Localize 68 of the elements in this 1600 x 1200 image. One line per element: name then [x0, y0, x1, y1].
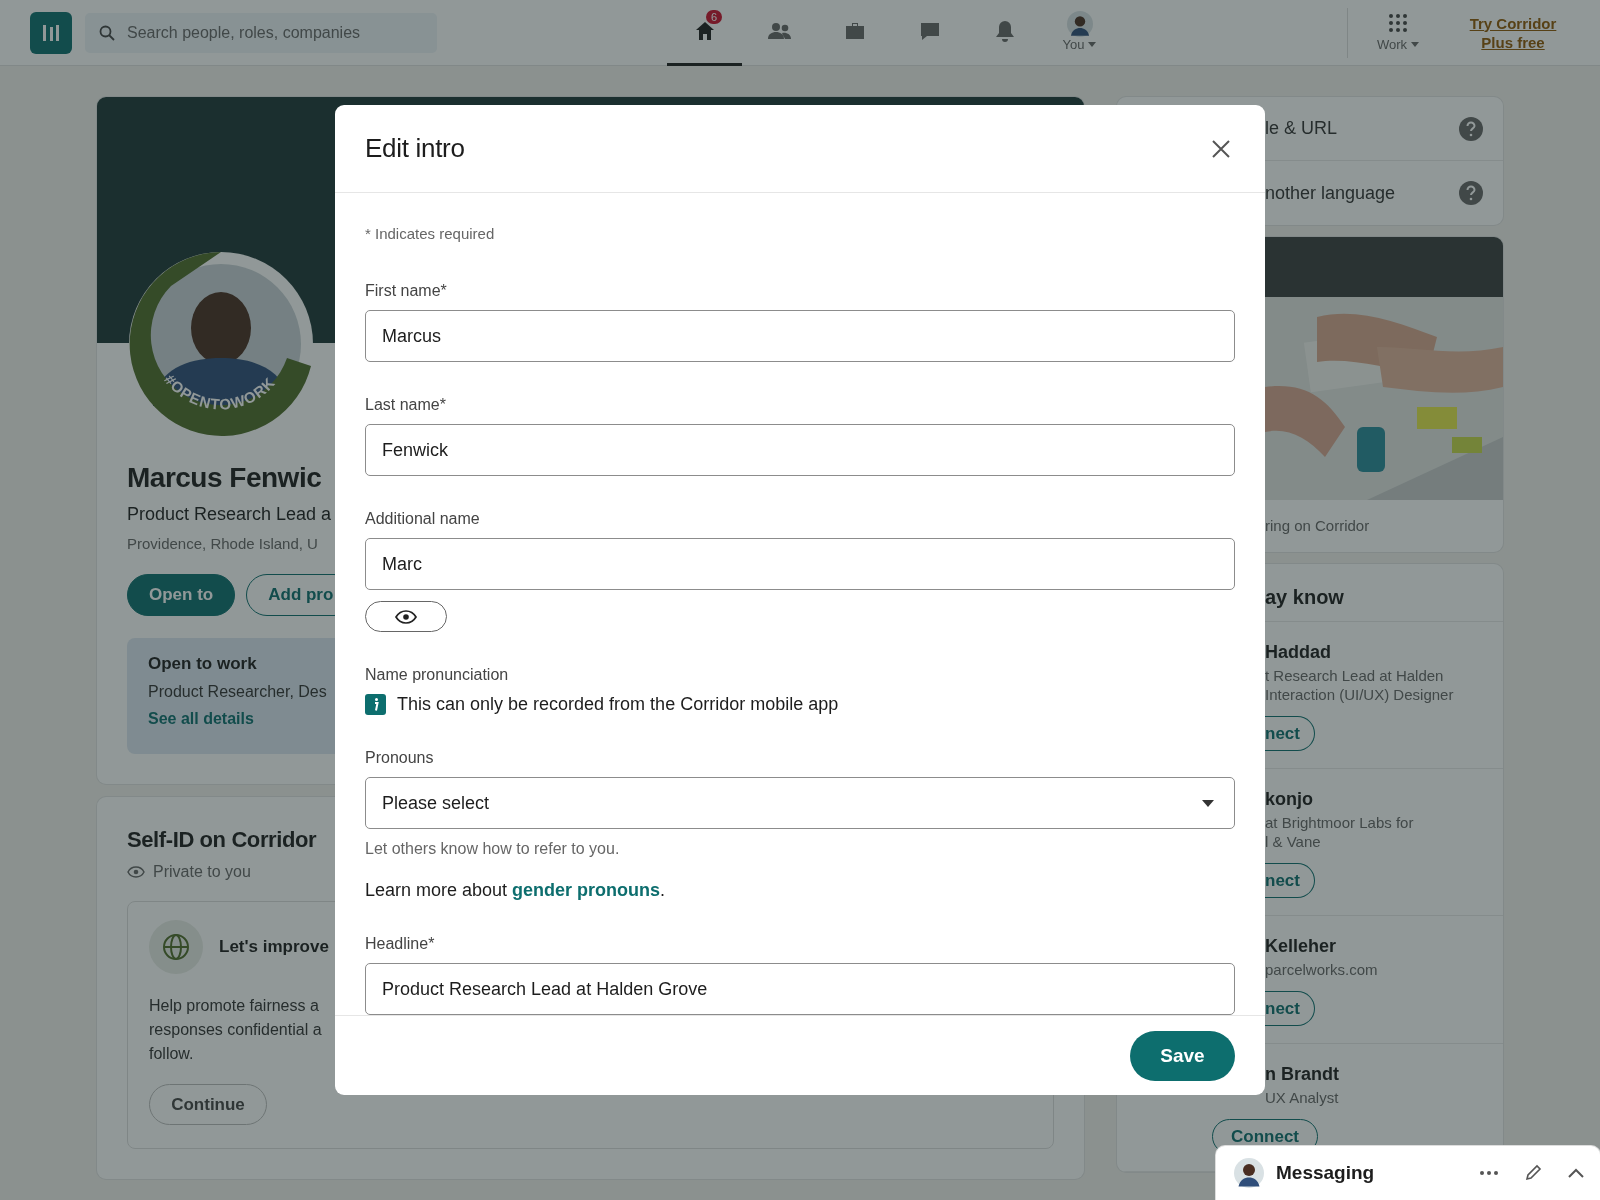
prompt-title: Let's improve — [219, 937, 329, 957]
close-icon — [1211, 138, 1231, 159]
field-label: Additional name — [365, 510, 481, 528]
notification-badge: 6 — [706, 9, 723, 24]
field-label: Last name* — [365, 396, 447, 414]
field-label: Headline* — [365, 935, 436, 953]
person-headline: UX Analyst — [1265, 1088, 1340, 1107]
save-button[interactable]: Save — [1130, 1030, 1235, 1081]
settings-link[interactable]: nother language — [1265, 182, 1396, 204]
info-note: This can only be recorded from the Corridor mobile app — [397, 694, 839, 715]
connect-button[interactable]: nect — [1265, 863, 1315, 898]
person-name[interactable]: konjo — [1265, 789, 1483, 810]
person-headline: parcelworks.com — [1265, 960, 1379, 979]
help-icon — [1459, 181, 1483, 205]
caret-icon — [1202, 799, 1214, 807]
nav-item[interactable]: You — [1042, 0, 1117, 66]
text-field[interactable]: Product Research Lead at Halden Grove — [365, 963, 1235, 1015]
work-menu[interactable]: Work — [1348, 13, 1448, 52]
person-headline: t Research Lead at Halden Interaction (UI/UX) Designer — [1265, 666, 1455, 704]
work-label: Work — [1376, 37, 1408, 52]
person-headline: at Brightmoor Labs for l & Vane — [1265, 813, 1415, 851]
person-name[interactable]: Kelleher — [1265, 936, 1483, 957]
logo[interactable] — [30, 11, 72, 54]
learn-more-text: Learn more about gender pronouns. — [365, 880, 667, 901]
text-field[interactable]: Marcus — [365, 310, 1235, 362]
upsell-link[interactable]: Try Corridor Plus free — [1458, 13, 1568, 52]
info-icon — [365, 694, 386, 715]
help-icon — [1459, 116, 1483, 141]
profile-button[interactable]: Open to — [127, 574, 236, 616]
nav-item[interactable]: 6 — [667, 0, 742, 66]
profile-name: Marcus Fenwic — [127, 462, 322, 494]
ad-caption: ring on Corridor — [1264, 516, 1371, 536]
grid-icon — [1388, 13, 1408, 33]
messaging-title: Messaging — [1276, 1162, 1376, 1184]
person-name[interactable]: n Brandt — [1265, 1064, 1483, 1085]
search-icon — [99, 24, 115, 41]
person-name[interactable]: Haddad — [1265, 642, 1483, 663]
open-to-work-text: Product Researcher, Des — [148, 682, 327, 702]
avatar — [1234, 1158, 1264, 1188]
eye-icon — [127, 866, 145, 878]
chevron-up-icon[interactable] — [1568, 1168, 1584, 1178]
visibility-button[interactable] — [365, 601, 447, 632]
messaging-dialog[interactable]: Messaging — [1216, 1146, 1600, 1200]
field-label: First name* — [365, 282, 448, 300]
profile-location: Providence, Rhode Island, U — [127, 535, 318, 552]
more-icon[interactable] — [1480, 1171, 1498, 1175]
edit-icon[interactable] — [1524, 1164, 1542, 1182]
profile-headline: Product Research Lead a — [127, 504, 332, 525]
settings-link[interactable]: le & URL — [1265, 118, 1338, 139]
text-field[interactable]: Marc — [365, 538, 1235, 590]
prompt-text: Help promote fairness a responses confidential a follow. — [149, 996, 322, 1064]
search-field[interactable]: Search people, roles, companies — [85, 12, 437, 53]
text-field[interactable]: Fenwick — [365, 424, 1235, 476]
field-label: Name pronunciation — [365, 666, 510, 684]
dialog-title: Edit intro — [365, 133, 465, 164]
help-text: Let others know how to refer to you. — [365, 840, 621, 858]
connect-button[interactable]: nect — [1265, 991, 1315, 1026]
required-note: * Indicates required — [365, 225, 496, 242]
continue-button[interactable]: Continue — [149, 1084, 267, 1125]
pronouns-dropdown[interactable]: Please select — [365, 777, 1235, 829]
connect-button[interactable]: nect — [1265, 716, 1315, 751]
avatar — [1066, 10, 1093, 37]
section-title: Self-ID on Corridor — [127, 827, 317, 853]
nav-label: You — [1062, 36, 1085, 52]
field-label: Pronouns — [365, 749, 435, 767]
pronouns-link[interactable]: gender pronouns — [512, 880, 661, 900]
eye-icon — [395, 609, 417, 624]
privacy-note: Private to you — [153, 863, 251, 881]
